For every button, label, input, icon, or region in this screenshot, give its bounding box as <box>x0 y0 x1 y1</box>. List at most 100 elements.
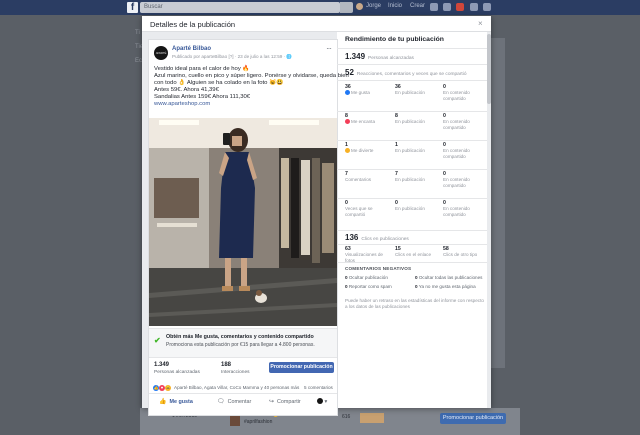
grid-label-text: En contenido compartido <box>443 119 470 130</box>
grid-label-text: En contenido compartido <box>443 177 470 188</box>
post-link[interactable]: www.aparteshop.com <box>154 101 336 108</box>
performance-title: Rendimiento de tu publicación <box>345 36 444 43</box>
grid-label: En publicación <box>395 177 439 183</box>
clicks-other: 58 Clics de otro tipo <box>443 246 487 258</box>
background-sidebar-item: Ec <box>135 58 143 64</box>
grid-cell-hahas: 1 Me divierte <box>345 142 391 154</box>
perf-reach-value: 1.349 <box>345 52 366 61</box>
negative-feedback-title: COMENTARIOS NEGATIVOS <box>345 266 412 271</box>
grid-cell-comments: 7 En publicación <box>395 171 439 183</box>
background-promote-button: Promocionar publicación <box>440 413 506 424</box>
notifications-icon[interactable] <box>456 3 464 11</box>
search-input[interactable]: Buscar <box>140 2 340 13</box>
help-icon[interactable] <box>470 3 478 11</box>
grid-label-text: Comentarios <box>345 177 372 182</box>
clicks-link: 15 Clics en el enlace <box>395 246 443 258</box>
grid-label-text: En contenido compartido <box>443 206 470 217</box>
grid-label: En contenido compartido <box>443 177 487 188</box>
grid-cell-loves: 0 En contenido compartido <box>443 113 487 130</box>
grid-label-text: Me encanta <box>351 119 376 124</box>
comment-icon: 🗨 <box>217 399 225 405</box>
grid-cell-loves: 8 Me encanta <box>345 113 391 125</box>
post-as-selector[interactable]: ▾ <box>317 398 327 405</box>
user-avatar-icon[interactable] <box>356 3 363 10</box>
negative-unlike-page: 0 Ya no me gusta esta página <box>415 284 476 289</box>
modal-header: Detalles de la publicación × <box>142 16 491 32</box>
divider <box>337 230 491 231</box>
panel-scrollbar-thumb[interactable] <box>487 34 491 104</box>
background-sidebar-item: Ti <box>135 30 140 36</box>
grid-cell-shares: 0 Veces que se compartió <box>345 200 391 217</box>
divider <box>337 80 491 81</box>
background-row-bar <box>360 413 384 423</box>
reactions-summary-row: 52 Reacciones, comentarios y veces que se… <box>345 68 467 77</box>
checkmark-icon: ✔ <box>154 336 161 345</box>
account-menu-icon[interactable] <box>483 3 491 11</box>
share-icon: ↪ <box>269 399 275 405</box>
modal-title: Detalles de la publicación <box>150 20 236 29</box>
interactions-label: Interacciones <box>221 370 250 375</box>
comment-button[interactable]: 🗨 Comentar <box>217 398 251 405</box>
reach-label: Personas alcanzadas <box>154 370 200 375</box>
promote-post-button[interactable]: Promocionar publicación <box>269 362 334 373</box>
comment-label: Comentar <box>227 399 252 405</box>
negative-value: 0 <box>345 284 348 289</box>
negative-value: 0 <box>345 275 348 280</box>
comments-count[interactable]: 5 comentarios <box>304 385 333 390</box>
grid-cell-likes: 0 En contenido compartido <box>443 84 487 101</box>
nav-home[interactable]: Inicio <box>388 3 402 9</box>
grid-label: Comentarios <box>345 177 391 183</box>
boost-title: Obtén más Me gusta, comentarios y conten… <box>166 334 314 340</box>
reactions-summary[interactable]: 👍 ♥ 😆 Aparté Bilbao, Agata Villar, CoCo … <box>149 380 337 394</box>
grid-cell-likes: 36 Me gusta <box>345 84 391 96</box>
performance-panel: Rendimiento de tu publicación 1.349 Perso… <box>337 32 491 408</box>
perf-reactions-value: 52 <box>345 68 354 77</box>
like-reaction-icon <box>345 90 350 95</box>
post-meta: Publicado por aparteBilbao [?] · 23 de j… <box>172 54 293 59</box>
interactions-value: 188 <box>221 362 232 368</box>
reactors-names[interactable]: Aparté Bilbao, Agata Villar, CoCo Mamma … <box>174 385 299 390</box>
divider <box>337 140 491 141</box>
post-text-line: Sandalias Antes 159€ Ahora 111,30€ <box>154 94 251 100</box>
facebook-logo-icon[interactable]: f <box>127 2 138 13</box>
grid-cell-comments: 0 En contenido compartido <box>443 171 487 188</box>
reach-value: 1.349 <box>154 362 170 368</box>
nav-user[interactable]: Jorge <box>366 3 381 9</box>
post-details-modal: Detalles de la publicación × APARTÉ Apar… <box>142 16 491 416</box>
perf-clicks-value: 136 <box>345 233 359 242</box>
grid-label-text: Me divierte <box>351 148 374 153</box>
post-text-line: Antes 59€. Ahora 41,39€ <box>154 87 219 93</box>
grid-cell-shares: 0 En contenido compartido <box>443 200 487 217</box>
negative-label: Ocultar publicación <box>348 275 388 280</box>
grid-label: Me encanta <box>345 119 391 125</box>
post-preview-column: APARTÉ Aparté Bilbao Publicado por apart… <box>142 32 349 416</box>
grid-label: Me divierte <box>345 148 391 154</box>
clicks-photo-views: 63 Visualizaciones de fotos <box>345 246 387 263</box>
page-name-link[interactable]: Aparté Bilbao <box>172 46 211 52</box>
post-text-line: con todo 👌 Alguien se ha colado en la fo… <box>154 80 284 86</box>
post-photo[interactable] <box>149 118 337 326</box>
divider <box>337 244 491 245</box>
grid-label: En publicación <box>395 148 439 154</box>
boost-banner: ✔ Obtén más Me gusta, comentarios y cont… <box>149 328 337 358</box>
grid-label-text: En publicación <box>395 148 425 153</box>
close-icon[interactable]: × <box>478 19 483 28</box>
friends-icon[interactable] <box>430 3 438 11</box>
grid-cell-comments: 7 Comentarios <box>345 171 391 183</box>
page-avatar[interactable]: APARTÉ <box>154 46 168 60</box>
post-options-icon[interactable]: ··· <box>326 44 332 53</box>
grid-label-text: En contenido compartido <box>443 90 470 101</box>
divider <box>337 64 491 65</box>
post-card: APARTÉ Aparté Bilbao Publicado por apart… <box>148 39 349 416</box>
like-button[interactable]: 👍 Me gusta <box>159 398 193 405</box>
perf-reactions-label: Reacciones, comentarios y veces que se c… <box>356 72 467 77</box>
messenger-icon[interactable] <box>443 3 451 11</box>
haha-reaction-icon: 😆 <box>165 385 171 391</box>
grid-label: En publicación <box>395 119 439 125</box>
background-panel <box>491 38 505 368</box>
search-icon[interactable] <box>340 2 353 13</box>
share-button[interactable]: ↪ Compartir <box>269 398 301 405</box>
grid-label: En contenido compartido <box>443 148 487 159</box>
clicks-summary: 136 Clics en publicaciones <box>345 233 409 242</box>
nav-create[interactable]: Crear <box>410 3 425 9</box>
